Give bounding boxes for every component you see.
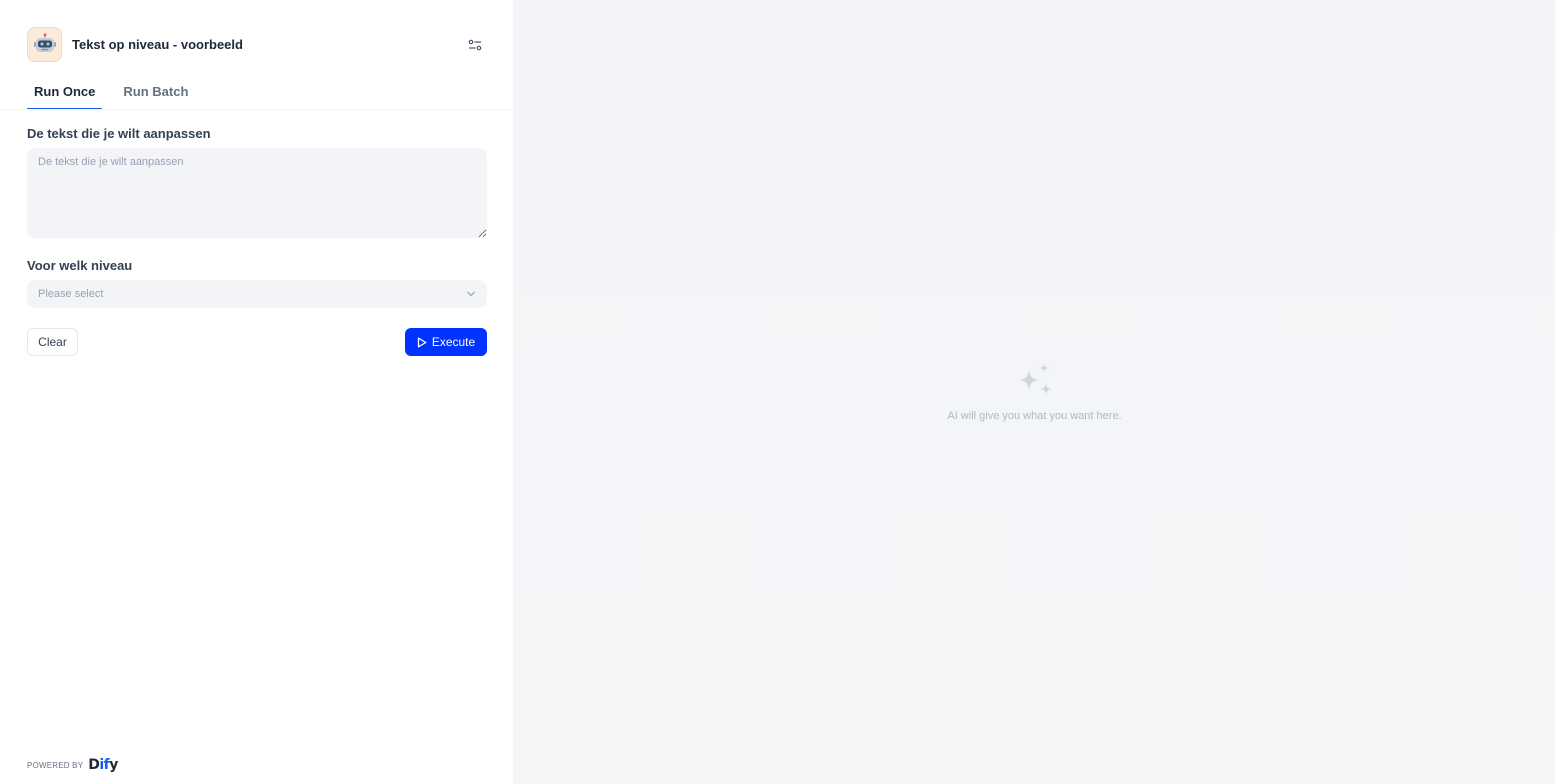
execute-button[interactable]: Execute (405, 328, 487, 356)
text-input[interactable] (27, 148, 487, 238)
empty-state: AI will give you what you want here. (514, 362, 1555, 422)
empty-state-message: AI will give you what you want here. (947, 410, 1122, 422)
level-field-label: Voor welk niveau (27, 258, 133, 273)
app-header: Tekst op niveau - voorbeeld (27, 27, 486, 62)
powered-by: POWERED BY Dify (27, 757, 118, 773)
level-select-placeholder: Please select (38, 288, 104, 300)
tabs-divider (0, 109, 513, 110)
app-title: Tekst op niveau - voorbeeld (72, 37, 243, 52)
tab-run-batch[interactable]: Run Batch (123, 78, 188, 110)
result-panel: AI will give you what you want here. (514, 0, 1555, 784)
run-mode-tabs: Run Once Run Batch (27, 78, 188, 110)
chevron-down-icon (466, 291, 476, 297)
settings-button[interactable] (464, 34, 486, 56)
sliders-icon (468, 39, 482, 50)
powered-by-text: POWERED BY (27, 760, 84, 770)
robot-icon (27, 27, 62, 62)
dify-logo: Dify (88, 757, 118, 773)
app-root: Tekst op niveau - voorbeeld Run Once Run… (0, 0, 1555, 784)
execute-button-label: Execute (431, 335, 476, 349)
tab-run-once[interactable]: Run Once (27, 78, 103, 110)
input-panel: Tekst op niveau - voorbeeld Run Once Run… (0, 0, 514, 784)
text-field-label: De tekst die je wilt aanpassen (27, 126, 211, 141)
play-icon (417, 337, 427, 347)
level-select[interactable]: Please select (27, 280, 487, 308)
clear-button[interactable]: Clear (27, 328, 78, 356)
sparkles-icon (1018, 363, 1052, 395)
